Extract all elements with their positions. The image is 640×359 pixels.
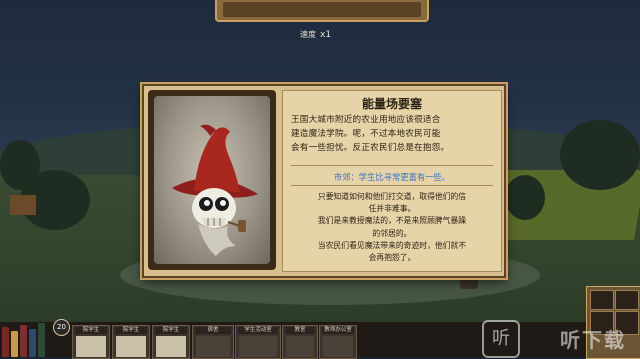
room-icon bbox=[239, 336, 277, 357]
slot-label: 宿舍 bbox=[195, 327, 231, 334]
portrait-frame bbox=[148, 90, 276, 270]
game-speed-indicator[interactable]: 速度 x1 bbox=[300, 29, 331, 40]
wizard-skull-portrait bbox=[154, 96, 270, 264]
toolbar-slot[interactable]: 教师办公室 bbox=[319, 325, 357, 359]
speed-value: x1 bbox=[320, 30, 332, 40]
room-icon bbox=[196, 336, 230, 357]
watermark: 听 听下载 bbox=[482, 318, 640, 358]
watermark-text: 听下载 bbox=[560, 328, 626, 352]
flavor-text: 只要知道如何和他们打交道，取得他们的信 任并非难事。 我们是来教授魔法的，不是来… bbox=[289, 191, 495, 264]
slot-label: 教师办公室 bbox=[322, 327, 354, 334]
book-icon[interactable] bbox=[2, 327, 9, 357]
flavor-line: 当农民们看见魔法带来的奇迹时，他们就不 bbox=[317, 240, 467, 250]
book-icon[interactable] bbox=[11, 331, 18, 357]
flavor-line: 我们是来教授魔法的，不是来照顾脾气暴躁 bbox=[317, 216, 467, 226]
book-icon[interactable] bbox=[29, 329, 36, 357]
tool-slot[interactable] bbox=[615, 290, 639, 310]
tree-icon bbox=[505, 175, 545, 220]
book-icon[interactable] bbox=[38, 323, 45, 357]
toolbar-slot[interactable]: 学生活动室 bbox=[235, 325, 281, 359]
bookshelf-menu[interactable] bbox=[0, 318, 48, 357]
toolbar-slot[interactable]: 院学生 bbox=[112, 325, 150, 359]
flavor-line: 的邻居的。 bbox=[372, 228, 412, 238]
slot-label: 院学生 bbox=[115, 327, 147, 334]
divider bbox=[291, 185, 493, 186]
tool-slot[interactable] bbox=[590, 290, 614, 310]
book-icon[interactable] bbox=[20, 325, 27, 357]
speed-label: 速度 bbox=[300, 30, 316, 39]
divider bbox=[291, 165, 493, 166]
room-icon bbox=[286, 336, 314, 357]
location-title: 能量场要塞 bbox=[361, 97, 422, 111]
student-card-icon bbox=[116, 336, 146, 357]
flavor-line: 任并非难事。 bbox=[368, 204, 416, 214]
dialog-text-panel: 能量场要塞 王国大城市附近的农业用地应该很适合 建造魔法学院。呢，不过本地农民可… bbox=[282, 90, 502, 272]
student-card-icon bbox=[76, 336, 106, 357]
top-resource-panel bbox=[215, 0, 429, 22]
slot-label: 学生活动室 bbox=[238, 327, 278, 334]
toolbar-slot[interactable]: 院学生 bbox=[152, 325, 190, 359]
location-description: 王国大城市附近的农业用地应该很适合 建造魔法学院。呢，不过本地农民可能 会有一些… bbox=[291, 113, 493, 155]
toolbar-slot[interactable]: 院学生 bbox=[72, 325, 110, 359]
population-counter: 20 bbox=[53, 319, 70, 336]
description-line: 王国大城市附近的农业用地应该很适合 bbox=[291, 115, 441, 125]
slot-label: 院学生 bbox=[75, 327, 107, 334]
watermark-logo-icon: 听 bbox=[482, 320, 520, 358]
toolbar-slot[interactable]: 教室 bbox=[282, 325, 318, 359]
location-info-dialog: 能量场要塞 王国大城市附近的农业用地应该很适合 建造魔法学院。呢，不过本地农民可… bbox=[142, 84, 506, 278]
slot-label: 教室 bbox=[285, 327, 315, 334]
flavor-line: 只要知道如何和他们打交道，取得他们的信 bbox=[317, 192, 467, 201]
location-effect: 市郊：学生比寻常更富有一些。 bbox=[333, 172, 451, 182]
toolbar-slot[interactable]: 宿舍 bbox=[192, 325, 234, 359]
farmhouse bbox=[10, 195, 36, 215]
student-card-icon bbox=[156, 336, 186, 357]
slot-label: 院学生 bbox=[155, 327, 187, 334]
description-line: 建造魔法学院。呢，不过本地农民可能 bbox=[291, 129, 441, 139]
description-line: 会有一些担忧。反正农民们总是在抱怨。 bbox=[291, 143, 450, 153]
flavor-line: 会再抱怨了。 bbox=[368, 253, 416, 263]
tree-icon bbox=[560, 120, 640, 190]
room-icon bbox=[323, 336, 353, 357]
